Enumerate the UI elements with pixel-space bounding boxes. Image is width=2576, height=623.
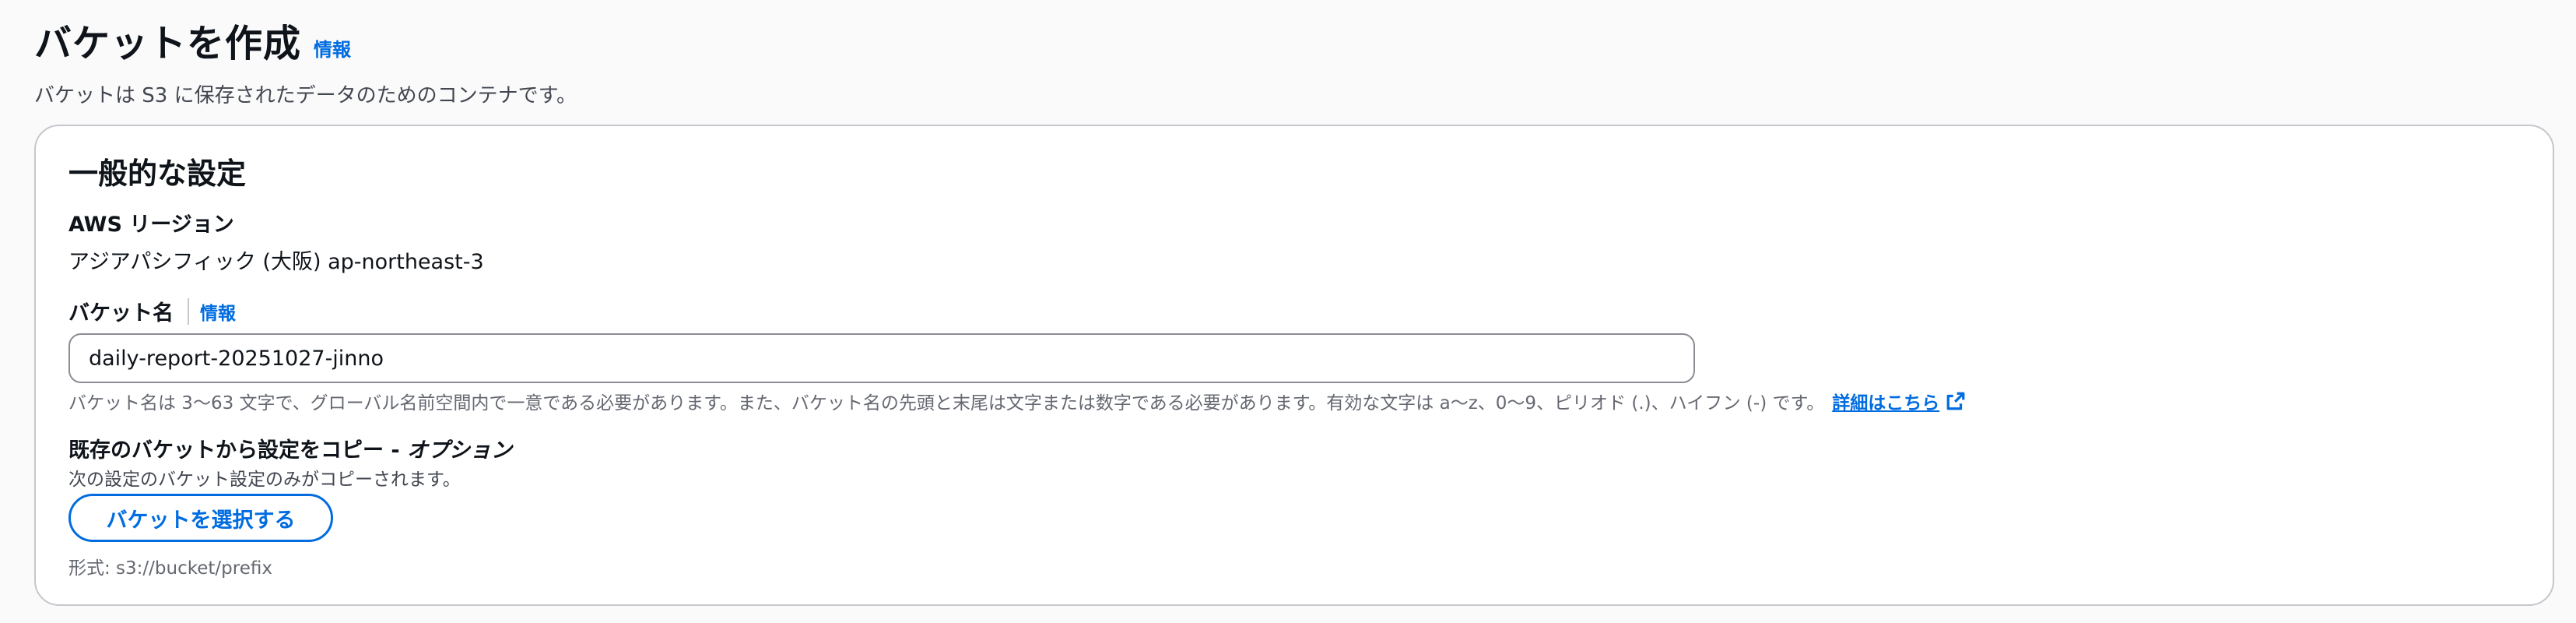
region-value: アジアパシフィック (大阪) ap-northeast-3	[68, 250, 484, 274]
label-divider	[188, 297, 189, 325]
copy-settings-label-text: 既存のバケットから設定をコピー -	[68, 438, 408, 463]
bucket-name-label: バケット名	[68, 301, 174, 326]
region-label: AWS リージョン	[68, 213, 234, 237]
section-title: 一般的な設定	[68, 157, 247, 191]
bucket-name-label-row: バケット名 情報	[68, 296, 236, 326]
create-bucket-page: バケットを作成 情報 バケットは S3 に保存されたデータのためのコンテナです。…	[0, 0, 2576, 623]
bucket-name-hint: バケット名は 3〜63 文字で、グローバル名前空間内で一意である必要があります。…	[68, 388, 1966, 414]
title-info-link[interactable]: 情報	[314, 34, 351, 62]
learn-more-link[interactable]: 詳細はこちら	[1832, 388, 1966, 414]
format-hint: 形式: s3://bucket/prefix	[68, 558, 272, 579]
choose-bucket-button[interactable]: バケットを選択する	[68, 494, 333, 542]
bucket-name-info-link[interactable]: 情報	[200, 298, 236, 325]
title-row: バケットを作成 情報	[34, 12, 577, 67]
bucket-name-input[interactable]	[68, 333, 1695, 383]
general-settings-container: 一般的な設定 AWS リージョン アジアパシフィック (大阪) ap-north…	[34, 125, 2554, 606]
external-link-icon	[1946, 392, 1965, 410]
copy-settings-label: 既存のバケットから設定をコピー - オプション	[68, 433, 512, 463]
optional-tag: オプション	[407, 438, 513, 463]
page-description: バケットは S3 に保存されたデータのためのコンテナです。	[34, 84, 577, 107]
page-title: バケットを作成	[34, 22, 302, 65]
bucket-name-hint-text: バケット名は 3〜63 文字で、グローバル名前空間内で一意である必要があります。…	[68, 393, 1825, 414]
learn-more-text: 詳細はこちら	[1832, 393, 1940, 414]
copy-settings-description: 次の設定のバケット設定のみがコピーされます。	[68, 470, 461, 490]
page-header: バケットを作成 情報 バケットは S3 に保存されたデータのためのコンテナです。	[34, 12, 577, 108]
